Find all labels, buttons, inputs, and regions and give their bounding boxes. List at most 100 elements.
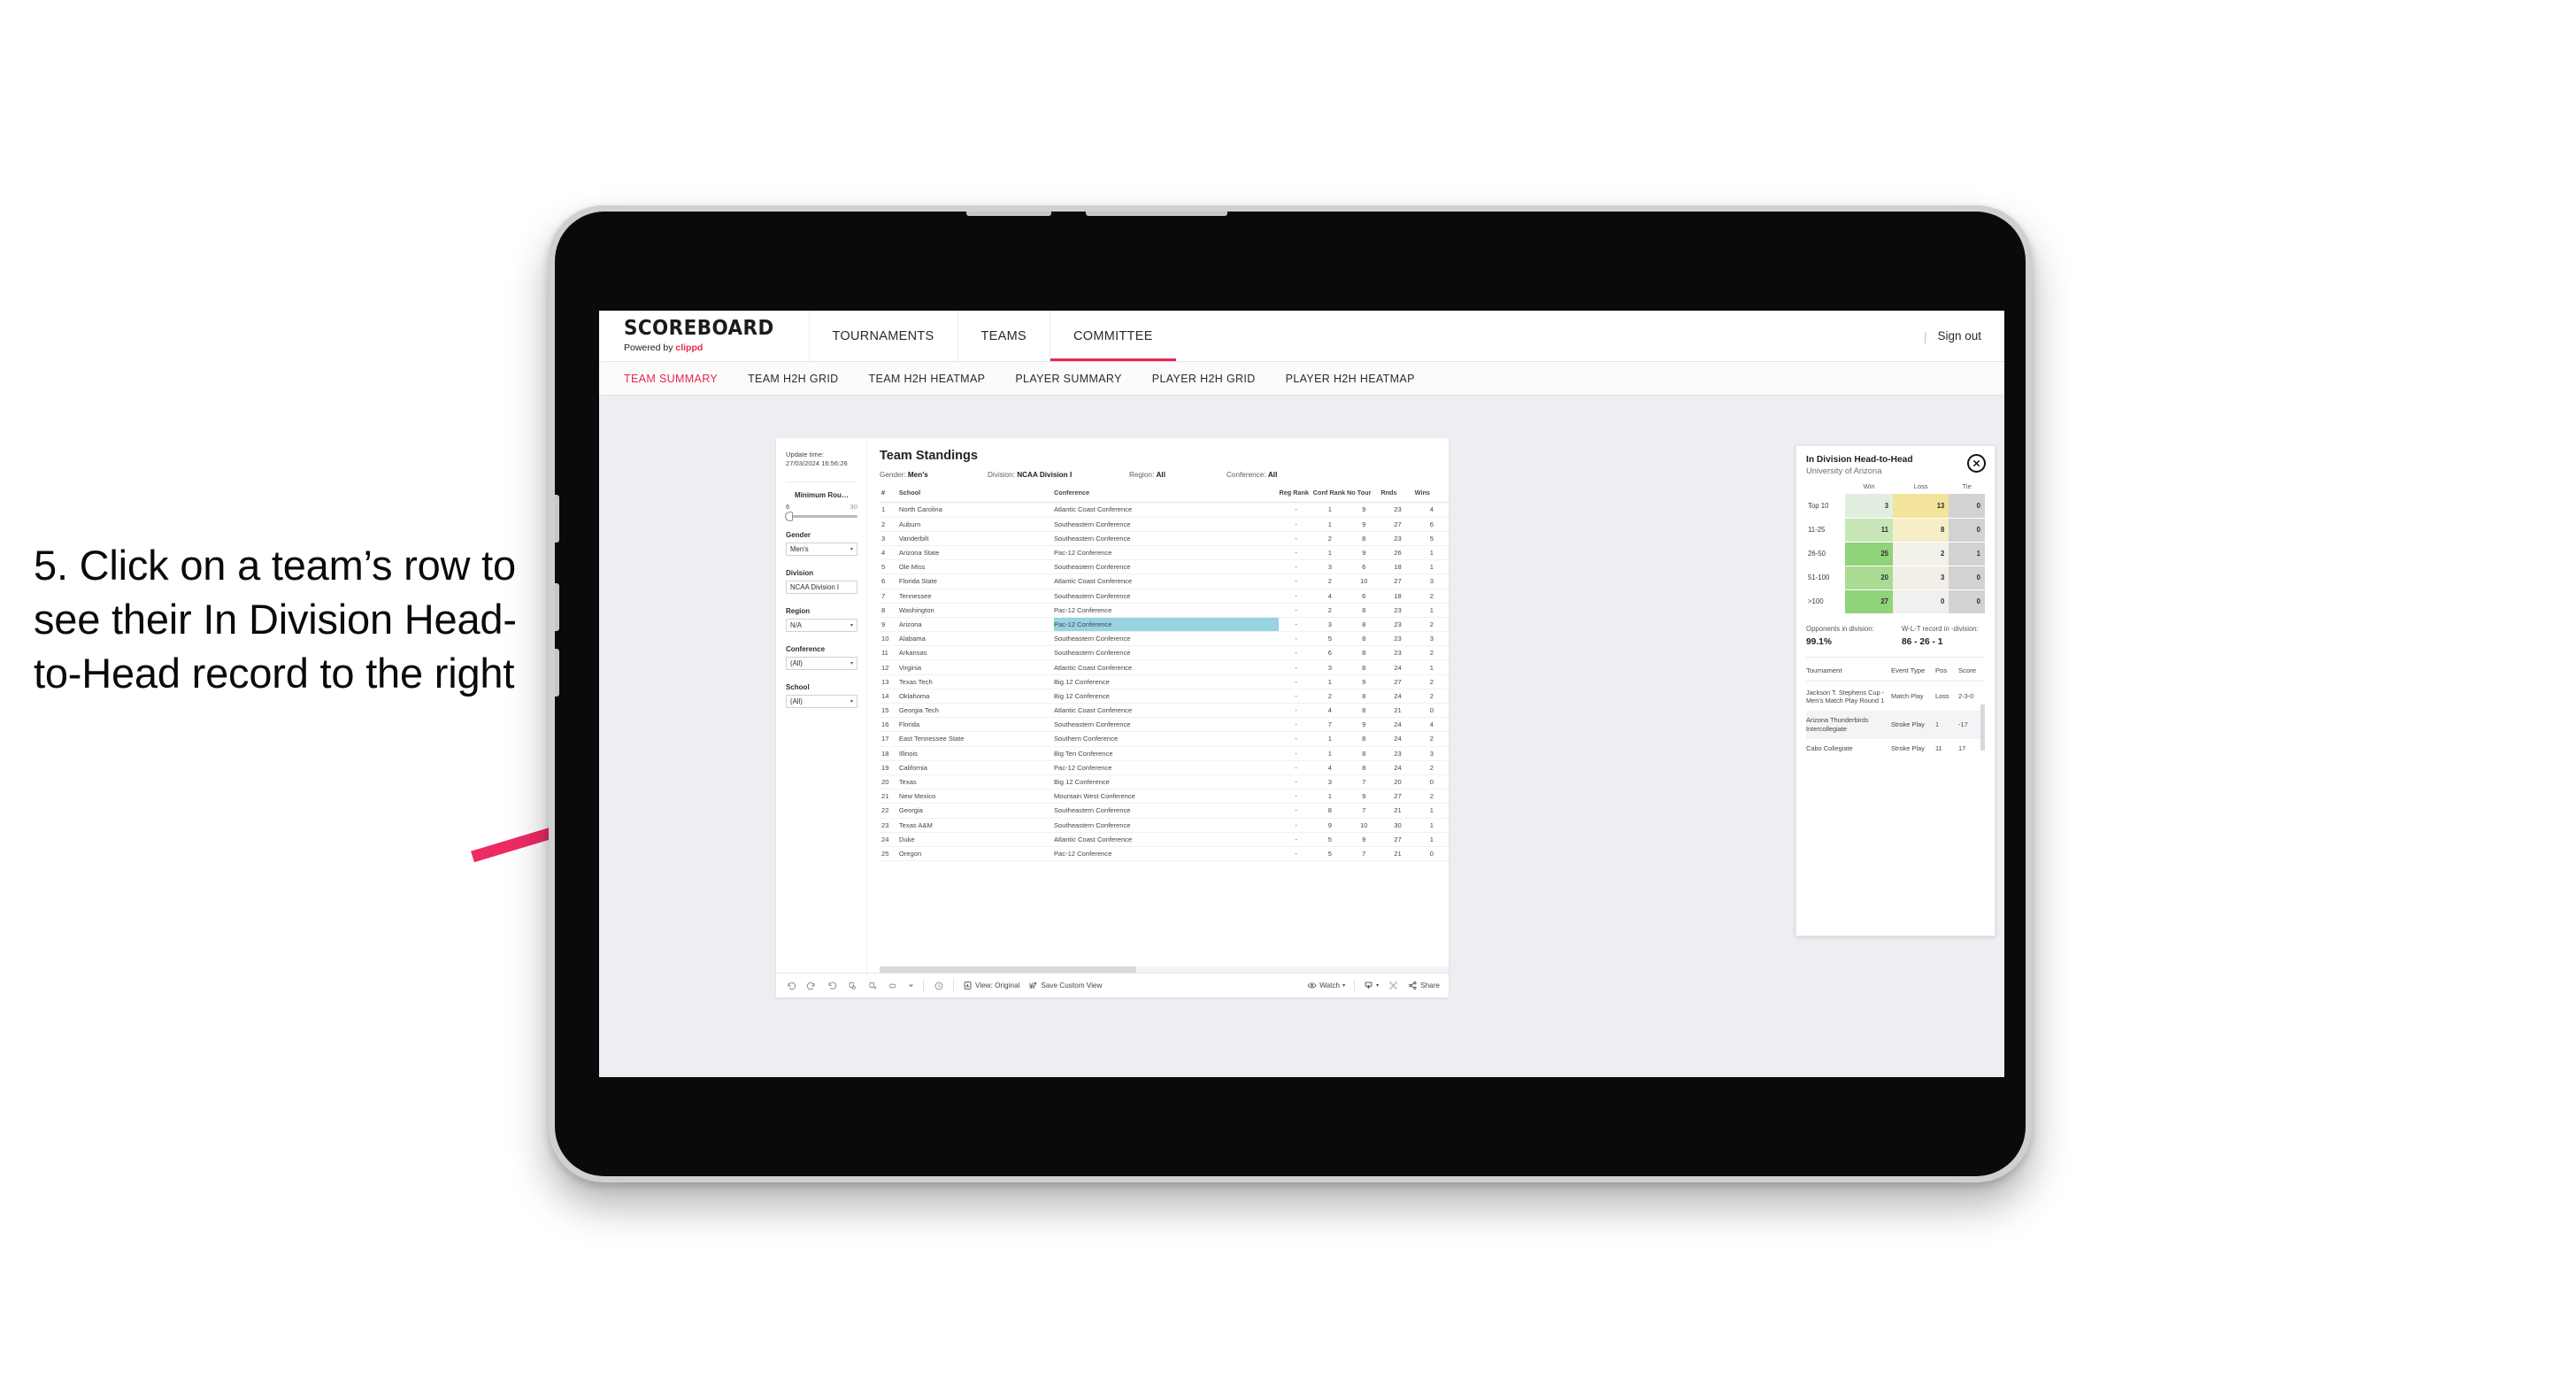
tournament-event-type: Stroke Play [1891, 743, 1925, 752]
col-event-type: Event Type [1891, 658, 1935, 681]
h2h-table-head: Win Loss Tie [1806, 482, 1985, 494]
cell-conf-rank: 2 [1312, 603, 1348, 618]
revert-icon[interactable] [826, 980, 837, 991]
cell-wins: 2 [1414, 760, 1449, 775]
tournament-row[interactable]: Jackson T. Stephens Cup - Men’s Match Pl… [1806, 683, 1985, 712]
division-select[interactable]: NCAA Division I [786, 580, 857, 594]
school-select[interactable]: (All) ▾ [786, 694, 857, 708]
table-row[interactable]: 18 Illinois Big Ten Conference -1 8 23 3 [880, 746, 1449, 761]
h2h-header-row: Win Loss Tie [1806, 482, 1985, 494]
horizontal-scrollbar[interactable] [880, 966, 1449, 973]
redo-icon[interactable] [805, 980, 817, 991]
h2h-tie-cell: 1 [1949, 542, 1985, 566]
table-row[interactable]: 2 Auburn Southeastern Conference -1 9 27 6 [880, 517, 1449, 532]
cell-rank: 5 [880, 559, 899, 575]
top-navigation-bar: SCOREBOARD Powered by clippd TOURNAMENTS… [599, 311, 2004, 362]
table-row[interactable]: 15 Georgia Tech Atlantic Coast Conference -… [880, 703, 1449, 719]
table-row[interactable]: 12 Virginia Atlantic Coast Conference -3 8 24… [880, 659, 1449, 675]
cell-school: Vanderbilt [898, 531, 1054, 546]
standings-table-scroll[interactable]: # School Conference Reg Rank Conf Rank N… [880, 479, 1449, 966]
slider-handle[interactable] [785, 511, 793, 521]
table-row[interactable]: 21 New Mexico Mountain West Conference -1 9 2… [880, 789, 1449, 805]
table-row[interactable]: 6 Florida State Atlantic Coast Conference -… [880, 574, 1449, 589]
cell-conference: Southeastern Conference [1053, 818, 1280, 833]
view-original-button[interactable]: View: Original [963, 981, 1019, 990]
nav-label: COMMITTEE [1073, 328, 1153, 343]
table-row[interactable]: 17 East Tennessee State Southern Conferenc… [880, 731, 1449, 747]
scrollbar-thumb[interactable] [880, 966, 1136, 973]
cell-no-tour: 7 [1347, 846, 1381, 862]
table-row[interactable]: 13 Texas Tech Big 12 Conference -1 9 27 2 [880, 674, 1449, 689]
cell-wins: 2 [1414, 617, 1449, 633]
watch-button[interactable]: Watch ▾ [1307, 981, 1345, 990]
nav-item-tournaments[interactable]: TOURNAMENTS [810, 311, 957, 361]
table-row[interactable]: 16 Florida Southeastern Conference -7 9 24 4 [880, 717, 1449, 733]
vertical-scrollbar-thumb[interactable] [1980, 704, 1985, 751]
table-row[interactable]: 20 Texas Big 12 Conference -3 7 20 0 [880, 774, 1449, 790]
sign-out-link[interactable]: Sign out [1937, 329, 1981, 343]
cell-school: Oklahoma [898, 689, 1054, 705]
h2h-bucket-label: >100 [1806, 589, 1845, 614]
table-row[interactable]: 3 Vanderbilt Southeastern Conference -2 8 23 5 [880, 531, 1449, 546]
table-row[interactable]: 14 Oklahoma Big 12 Conference -2 8 24 2 [880, 689, 1449, 705]
cell-rnds: 23 [1380, 645, 1415, 661]
refresh-data-icon[interactable] [846, 980, 857, 991]
brand-logo[interactable]: SCOREBOARD Powered by clippd [599, 311, 809, 361]
pause-updates-icon[interactable] [866, 980, 878, 991]
tab-player-h2h-heatmap[interactable]: PLAYER H2H HEATMAP [1286, 373, 1415, 385]
region-label: Region [786, 606, 811, 615]
download-button[interactable]: ▾ [1364, 981, 1379, 990]
screenshot-root: 5. Click on a team’s row to see their In… [0, 0, 2576, 1386]
min-rounds-max: 30 [850, 502, 857, 511]
tournaments-scroll-area[interactable]: Jackson T. Stephens Cup - Men’s Match Pl… [1806, 681, 1985, 784]
h2h-bucket-label: 26-50 [1806, 542, 1845, 566]
undo-icon[interactable] [785, 980, 796, 991]
caret-down-icon[interactable] [907, 980, 914, 991]
nav-item-teams[interactable]: TEAMS [958, 311, 1050, 361]
brand-subtitle: Powered by clippd [624, 343, 786, 353]
tournament-row[interactable]: Cabo Collegiate Stroke Play 11 17 [1806, 739, 1985, 758]
tournament-row[interactable]: Arizona Thunderbirds Intercollegiate Stro… [1806, 711, 1985, 739]
tab-player-h2h-grid[interactable]: PLAYER H2H GRID [1152, 373, 1256, 385]
table-row[interactable]: 7 Tennessee Southeastern Conference -4 6 18 2 [880, 589, 1449, 604]
gender-select[interactable]: Men’s ▾ [786, 542, 857, 556]
table-row[interactable]: 11 Arkansas Southeastern Conference -6 8 23 2 [880, 645, 1449, 661]
clock-icon[interactable] [933, 980, 944, 991]
tab-team-summary[interactable]: TEAM SUMMARY [624, 373, 718, 385]
cell-conference: Big 12 Conference [1053, 689, 1280, 705]
cell-rnds: 24 [1380, 689, 1415, 705]
tab-team-h2h-heatmap[interactable]: TEAM H2H HEATMAP [869, 373, 986, 385]
pipe-divider: | [1923, 328, 1927, 343]
save-custom-view-button[interactable]: Save Custom View [1028, 981, 1102, 990]
nav-item-committee[interactable]: COMMITTEE [1050, 311, 1176, 361]
region-select[interactable]: N/A ▾ [786, 618, 857, 632]
table-row[interactable]: 23 Texas A&M Southeastern Conference -9 10 30… [880, 818, 1449, 833]
cell-school: Illinois [898, 746, 1054, 761]
update-time-label: Update time: [786, 450, 825, 458]
table-row[interactable]: 5 Ole Miss Southeastern Conference -3 6 18 1 [880, 559, 1449, 575]
close-icon[interactable] [1967, 454, 1986, 473]
fullscreen-icon[interactable] [1388, 980, 1399, 991]
tablet-bezel: SCOREBOARD Powered by clippd TOURNAMENTS… [555, 212, 2026, 1176]
tab-player-summary[interactable]: PLAYER SUMMARY [1015, 373, 1121, 385]
share-button[interactable]: Share [1408, 981, 1440, 990]
tab-team-h2h-grid[interactable]: TEAM H2H GRID [748, 373, 838, 385]
tournaments-table-head: Tournament Event Type Pos Score [1806, 658, 1985, 681]
cell-conf-rank: 1 [1312, 517, 1348, 532]
cell-reg-rank: - [1279, 617, 1313, 633]
table-row[interactable]: 1 North Carolina Atlantic Coast Conference… [880, 502, 1449, 518]
table-row[interactable]: 25 Oregon Pac-12 Conference -5 7 21 0 [880, 846, 1449, 862]
table-row[interactable]: 19 California Pac-12 Conference -4 8 24 2 [880, 760, 1449, 775]
highlight-icon[interactable] [887, 980, 898, 991]
table-row[interactable]: 8 Washington Pac-12 Conference -2 8 23 1 [880, 603, 1449, 618]
cell-reg-rank: - [1279, 731, 1313, 747]
table-row[interactable]: 10 Alabama Southeastern Conference -5 8 23 3 [880, 631, 1449, 647]
cell-reg-rank: - [1279, 774, 1313, 790]
h2h-loss-cell: 0 [1893, 589, 1949, 614]
min-rounds-slider[interactable] [785, 511, 857, 521]
table-row[interactable]: 24 Duke Atlantic Coast Conference -5 9 27 1 [880, 832, 1449, 847]
table-row[interactable]: 9 Arizona Pac-12 Conference -3 8 23 2 [880, 617, 1449, 633]
table-row[interactable]: 4 Arizona State Pac-12 Conference -1 9 26 1 [880, 545, 1449, 561]
conference-select[interactable]: (All) ▾ [786, 656, 857, 670]
table-row[interactable]: 22 Georgia Southeastern Conference -8 7 21 1 [880, 803, 1449, 819]
